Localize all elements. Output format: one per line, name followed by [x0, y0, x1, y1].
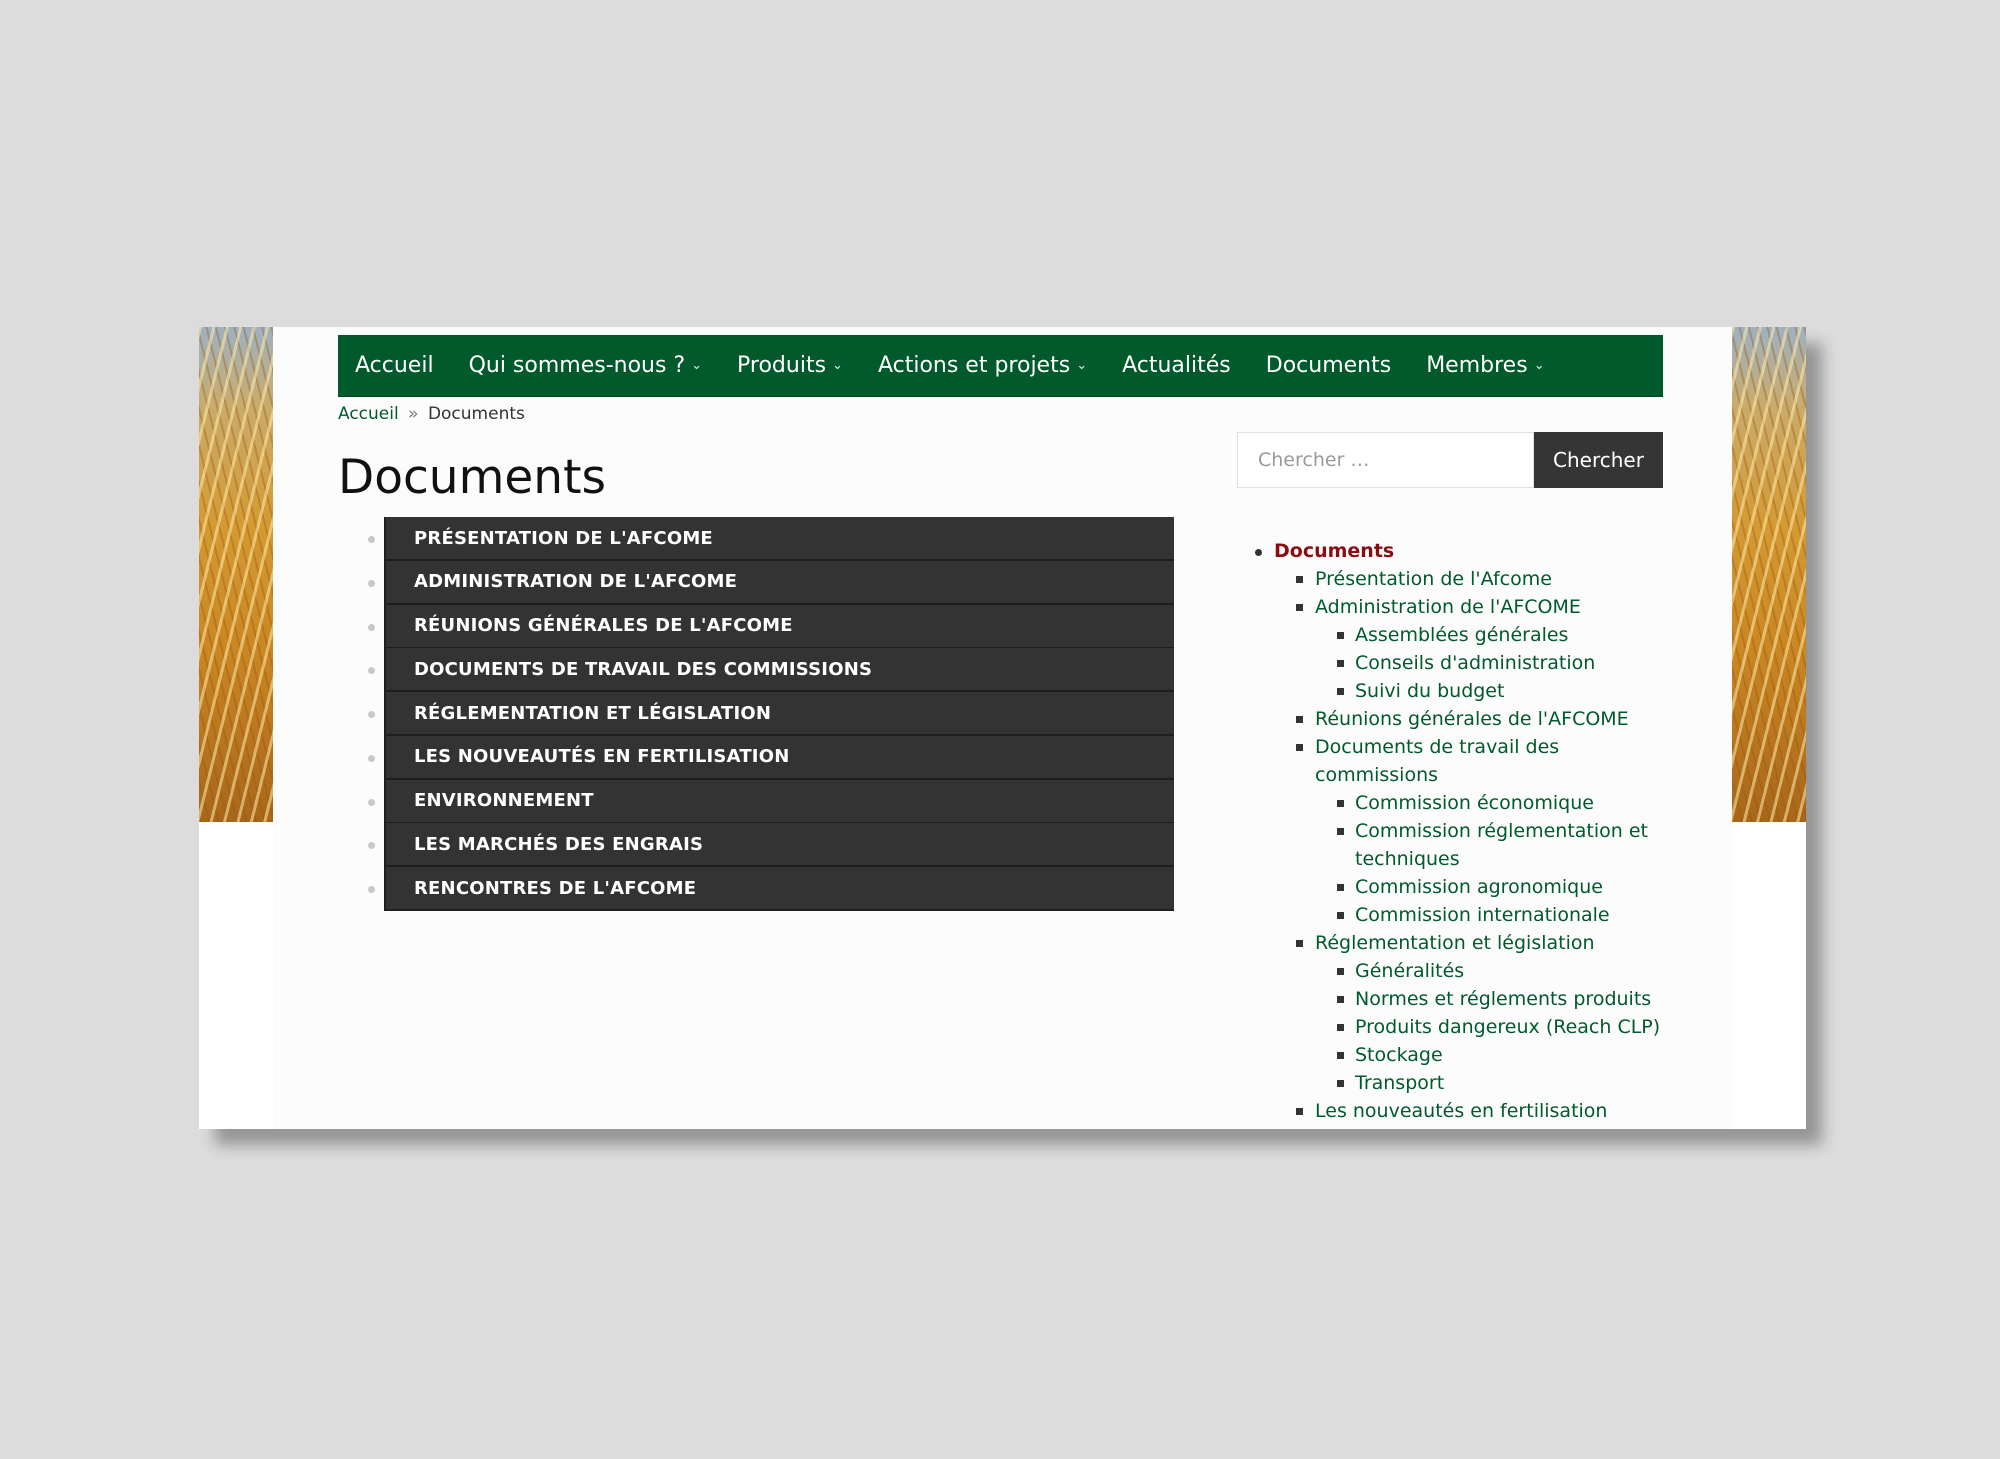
- nav-item-label: Accueil: [355, 353, 434, 378]
- document-list-item: LES MARCHÉS DES ENGRAIS: [368, 823, 1188, 868]
- list-bullet-icon: [368, 842, 375, 850]
- nav-item-label: Documents: [1265, 353, 1392, 378]
- nav-item-documents[interactable]: Documents: [1266, 353, 1391, 378]
- nav-item-label: Actualités: [1122, 353, 1231, 378]
- tree-item-level-2[interactable]: Commission réglementation et techniques: [1255, 817, 1675, 873]
- tree-item-level-2[interactable]: Assemblées générales: [1255, 621, 1675, 649]
- tree-item-level-1[interactable]: Réunions générales de l'AFCOME: [1255, 705, 1675, 733]
- document-category-button[interactable]: RENCONTRES DE L'AFCOME: [384, 867, 1174, 911]
- nav-item-qui-sommes-nous[interactable]: Qui sommes-nous ? ⌄: [469, 353, 702, 378]
- document-category-button[interactable]: RÉUNIONS GÉNÉRALES DE L'AFCOME: [384, 604, 1174, 649]
- document-category-button[interactable]: RÉGLEMENTATION ET LÉGISLATION: [384, 692, 1174, 736]
- tree-item-level-2[interactable]: Commission agronomique: [1255, 873, 1675, 901]
- tree-item-level-2[interactable]: Commission économique: [1255, 789, 1675, 817]
- nav-item-label: Qui sommes-nous ?: [468, 353, 686, 378]
- search-form: Chercher: [1237, 432, 1663, 488]
- wheat-background-right: [1732, 327, 1806, 822]
- chevron-down-icon: ⌄: [832, 358, 843, 373]
- document-category-button[interactable]: LES NOUVEAUTÉS EN FERTILISATION: [384, 735, 1174, 780]
- tree-item-level-2[interactable]: Transport: [1255, 1069, 1675, 1097]
- document-list-item: RÉUNIONS GÉNÉRALES DE L'AFCOME: [368, 604, 1188, 649]
- list-bullet-icon: [368, 886, 375, 893]
- page-content: Accueil Qui sommes-nous ? ⌄ Produits ⌄ Action…: [273, 327, 1732, 1129]
- nav-item-label: Produits: [737, 353, 827, 378]
- document-list-item: LES NOUVEAUTÉS EN FERTILISATION: [368, 735, 1188, 780]
- tree-item-level-1[interactable]: Documents de travail des commissions: [1255, 733, 1675, 789]
- document-list-item: PRÉSENTATION DE L'AFCOME: [368, 517, 1188, 561]
- main-nav: Accueil Qui sommes-nous ? ⌄ Produits ⌄ Action…: [338, 335, 1663, 397]
- document-list-item: DOCUMENTS DE TRAVAIL DES COMMISSIONS: [368, 648, 1188, 693]
- list-bullet-icon: [368, 579, 375, 587]
- tree-item-level-1[interactable]: Administration de l'AFCOME: [1255, 593, 1675, 621]
- sidebar-document-tree: Documents Présentation de l'Afcome Adminis…: [1255, 537, 1675, 1125]
- tree-item-level-1[interactable]: Réglementation et législation: [1255, 929, 1675, 957]
- nav-item-accueil[interactable]: Accueil: [355, 353, 434, 378]
- document-category-button[interactable]: ENVIRONNEMENT: [384, 779, 1174, 824]
- page-title: Documents: [338, 450, 606, 505]
- document-list-item: ADMINISTRATION DE L'AFCOME: [368, 560, 1188, 605]
- tree-item-level-2[interactable]: Stockage: [1255, 1041, 1675, 1069]
- document-category-button[interactable]: PRÉSENTATION DE L'AFCOME: [384, 517, 1174, 561]
- document-list-item: RENCONTRES DE L'AFCOME: [368, 867, 1188, 911]
- list-bullet-icon: [368, 798, 375, 806]
- tree-item-level-2[interactable]: Produits dangereux (Reach CLP): [1255, 1013, 1675, 1041]
- nav-item-actualit-s[interactable]: Actualités: [1122, 353, 1231, 378]
- list-bullet-icon: [368, 711, 375, 718]
- tree-item-level-1[interactable]: Présentation de l'Afcome: [1255, 565, 1675, 593]
- list-bullet-icon: [368, 667, 375, 675]
- tree-item-level-1[interactable]: Les nouveautés en fertilisation: [1255, 1097, 1675, 1125]
- breadcrumb-current: Documents: [427, 404, 525, 424]
- document-category-button[interactable]: LES MARCHÉS DES ENGRAIS: [384, 823, 1174, 868]
- tree-item-level-2[interactable]: Commission internationale: [1255, 901, 1675, 929]
- breadcrumb-home-link[interactable]: Accueil: [338, 404, 399, 424]
- wheat-background-left: [199, 327, 273, 822]
- list-bullet-icon: [368, 536, 375, 543]
- chevron-down-icon: ⌄: [1076, 358, 1088, 373]
- tree-item-level-2[interactable]: Suivi du budget: [1255, 677, 1675, 705]
- document-category-button[interactable]: ADMINISTRATION DE L'AFCOME: [384, 560, 1174, 605]
- nav-item-label: Membres: [1426, 353, 1528, 378]
- nav-item-actions-et-projets[interactable]: Actions et projets ⌄: [878, 353, 1087, 378]
- nav-item-membres[interactable]: Membres ⌄: [1426, 353, 1544, 378]
- tree-item-level-2[interactable]: Généralités: [1255, 957, 1675, 985]
- tree-item-current[interactable]: Documents: [1255, 537, 1675, 565]
- breadcrumb-separator: »: [408, 404, 419, 424]
- document-list-item: RÉGLEMENTATION ET LÉGISLATION: [368, 692, 1188, 736]
- breadcrumb: Accueil » Documents: [338, 404, 525, 424]
- search-input[interactable]: [1237, 432, 1534, 488]
- list-bullet-icon: [368, 623, 375, 631]
- tree-item-level-2[interactable]: Normes et réglements produits: [1255, 985, 1675, 1013]
- tree-item-level-2[interactable]: Conseils d'administration: [1255, 649, 1675, 677]
- nav-item-label: Actions et projets: [877, 353, 1071, 378]
- list-bullet-icon: [368, 754, 375, 762]
- search-button[interactable]: Chercher: [1534, 432, 1663, 488]
- document-category-button[interactable]: DOCUMENTS DE TRAVAIL DES COMMISSIONS: [384, 648, 1174, 693]
- page-screenshot-frame: Accueil Qui sommes-nous ? ⌄ Produits ⌄ Action…: [199, 327, 1806, 1129]
- document-list-item: ENVIRONNEMENT: [368, 779, 1188, 824]
- chevron-down-icon: ⌄: [1533, 358, 1545, 373]
- chevron-down-icon: ⌄: [691, 358, 703, 373]
- nav-item-produits[interactable]: Produits ⌄: [737, 353, 843, 378]
